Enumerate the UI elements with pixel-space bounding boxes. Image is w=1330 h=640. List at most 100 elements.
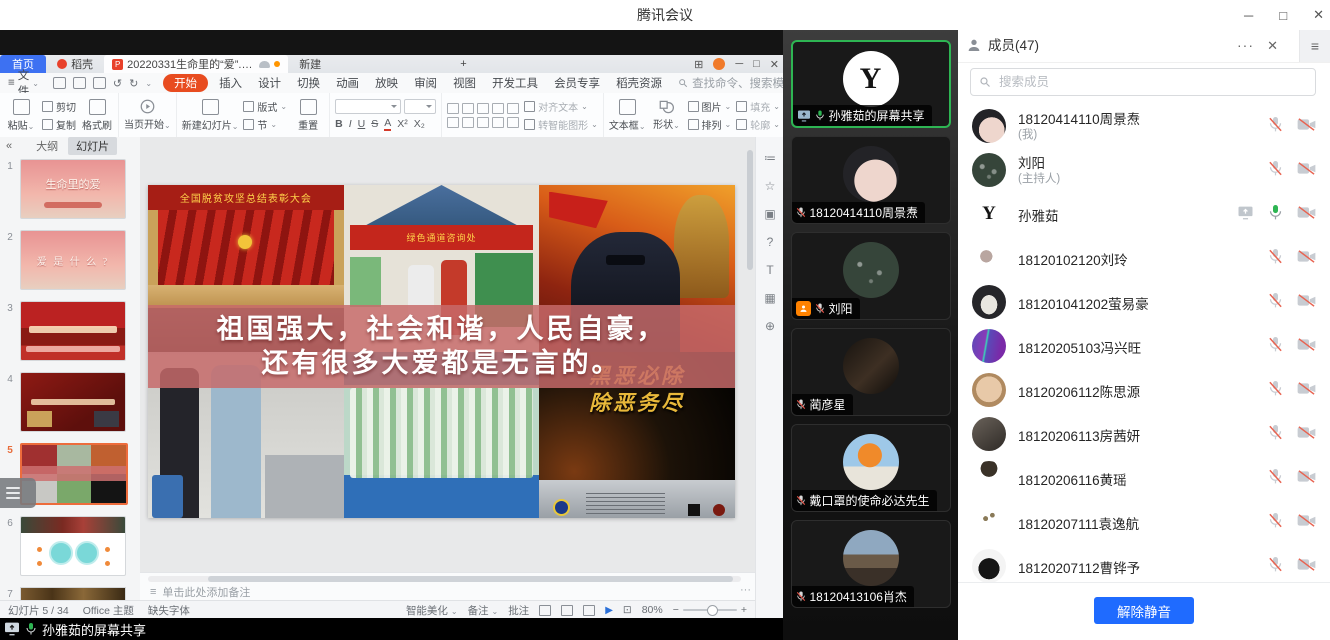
slide-layout-button[interactable]: 版式⌄ bbox=[243, 99, 287, 114]
mic-muted-icon[interactable] bbox=[1268, 424, 1283, 441]
camera-off-icon[interactable] bbox=[1297, 205, 1316, 220]
member-row[interactable]: 18120206116黄瑶 bbox=[958, 456, 1330, 500]
slide-thumbnail-3[interactable]: 3 bbox=[0, 301, 140, 361]
rail-star-icon[interactable]: ☆ bbox=[765, 179, 776, 193]
camera-off-icon[interactable] bbox=[1297, 469, 1316, 484]
beautify-button[interactable]: 智能美化 ⌄ bbox=[406, 603, 458, 618]
print-preview-icon[interactable] bbox=[93, 77, 106, 89]
mic-muted-icon[interactable] bbox=[1268, 556, 1283, 573]
menu-tab-home[interactable]: 开始 bbox=[163, 74, 208, 92]
cut-button[interactable]: 剪切 bbox=[42, 99, 76, 114]
notes-more-icon[interactable]: ··· bbox=[740, 584, 751, 596]
mic-muted-icon[interactable] bbox=[1268, 116, 1283, 133]
wps-document-tab[interactable]: P 20220331生命里的“爱”.pptx bbox=[104, 55, 288, 73]
play-from-current-button[interactable]: 当页开始⌄ bbox=[124, 99, 171, 131]
fill-button[interactable]: 填充⌄ bbox=[736, 99, 780, 114]
missing-font-status[interactable]: 缺失字体 bbox=[148, 603, 190, 618]
wps-docer-tab[interactable]: 稻壳 bbox=[49, 55, 101, 73]
wps-account-avatar[interactable] bbox=[713, 58, 725, 70]
camera-off-icon[interactable] bbox=[1297, 293, 1316, 308]
workspace-layout-icon[interactable]: ⊞ bbox=[694, 58, 703, 71]
panel-menu-icon[interactable]: ≡ bbox=[1299, 30, 1330, 62]
undo-icon[interactable]: ↺ bbox=[113, 77, 122, 90]
redo-icon[interactable]: ↻ bbox=[129, 77, 138, 90]
font-size-select[interactable] bbox=[404, 99, 436, 114]
camera-off-icon[interactable] bbox=[1297, 381, 1316, 396]
menu-tab-design[interactable]: 设计 bbox=[250, 75, 289, 91]
rail-plugin-icon[interactable]: ⊕ bbox=[765, 319, 775, 333]
member-row[interactable]: 18120414110周景焘 (我) bbox=[958, 104, 1330, 148]
canvas-horizontal-scrollbar[interactable] bbox=[148, 576, 741, 582]
menu-tab-insert[interactable]: 插入 bbox=[211, 75, 250, 91]
textbox-button[interactable]: 文本框⌄ bbox=[609, 99, 646, 132]
video-tile-host[interactable]: 刘阳 bbox=[791, 232, 951, 320]
member-row-host[interactable]: 刘阳 (主持人) bbox=[958, 148, 1330, 192]
wps-maximize-icon[interactable]: □ bbox=[753, 58, 760, 70]
slides-tab[interactable]: 幻灯片 bbox=[68, 137, 117, 155]
video-tile[interactable]: 戴口罩的使命必达先生 bbox=[791, 424, 951, 512]
member-row[interactable]: 18120102120刘玲 bbox=[958, 236, 1330, 280]
close-icon[interactable]: ✕ bbox=[1313, 7, 1324, 23]
camera-off-icon[interactable] bbox=[1297, 337, 1316, 352]
camera-off-icon[interactable] bbox=[1297, 161, 1316, 176]
new-slide-button[interactable]: 新建幻灯片⌄ bbox=[182, 99, 239, 132]
panel-collapse-icon[interactable]: « bbox=[6, 140, 12, 152]
print-icon[interactable] bbox=[73, 77, 86, 89]
menu-tab-review[interactable]: 审阅 bbox=[406, 75, 445, 91]
outline-tab[interactable]: 大纲 bbox=[36, 138, 58, 154]
picture-button[interactable]: 图片⌄ bbox=[688, 99, 732, 114]
camera-off-icon[interactable] bbox=[1297, 557, 1316, 572]
slide-thumbnail-4[interactable]: 4 bbox=[0, 372, 140, 432]
member-row[interactable]: 18120207112曹铧予 bbox=[958, 544, 1330, 582]
new-doc-icon[interactable] bbox=[53, 77, 66, 89]
rail-object-icon[interactable]: ▣ bbox=[764, 207, 775, 221]
comments-button[interactable]: 批注 bbox=[508, 603, 529, 618]
rail-help-icon[interactable]: ? bbox=[767, 235, 774, 249]
rail-chart-icon[interactable]: ▦ bbox=[764, 291, 775, 305]
member-row[interactable]: 18120206112陈思源 bbox=[958, 368, 1330, 412]
rail-text-icon[interactable]: T bbox=[766, 263, 773, 277]
slideshow-play-icon[interactable]: ▶ bbox=[605, 605, 613, 616]
bold-button[interactable]: B bbox=[335, 118, 343, 130]
slide-thumbnail-2[interactable]: 2 爱 是 什 么 ? bbox=[0, 230, 140, 290]
menu-tab-slideshow[interactable]: 放映 bbox=[367, 75, 406, 91]
camera-off-icon[interactable] bbox=[1297, 117, 1316, 132]
mic-muted-icon[interactable] bbox=[1268, 160, 1283, 177]
fit-page-icon[interactable]: ⊡ bbox=[623, 604, 632, 616]
smart-graphic-button[interactable]: 转智能图形⌄ bbox=[524, 117, 598, 132]
current-slide[interactable]: 全国脱贫攻坚总结表彰大会 绿色通道咨询处 bbox=[148, 185, 735, 518]
arrange-button[interactable]: 排列⌄ bbox=[688, 117, 732, 132]
member-row[interactable]: 18120207111袁逸航 bbox=[958, 500, 1330, 544]
shape-button[interactable]: 形状⌄ bbox=[651, 100, 683, 131]
member-search-input[interactable] bbox=[997, 74, 1307, 90]
members-close-icon[interactable]: ✕ bbox=[1267, 30, 1278, 62]
mic-muted-icon[interactable] bbox=[1268, 380, 1283, 397]
strikethrough-button[interactable]: S bbox=[371, 118, 378, 130]
annotation-toolbar-handle[interactable] bbox=[0, 478, 36, 508]
subscript-button[interactable]: X₂ bbox=[414, 118, 425, 130]
video-tile[interactable]: 蔺彦星 bbox=[791, 328, 951, 416]
menu-tab-developer[interactable]: 开发工具 bbox=[484, 75, 546, 91]
format-painter-button[interactable]: 格式刷 bbox=[81, 99, 113, 132]
video-tile-sharer[interactable]: Y 孙雅茹的屏幕共享 bbox=[791, 40, 951, 128]
camera-off-icon[interactable] bbox=[1297, 249, 1316, 264]
reading-view-icon[interactable] bbox=[583, 605, 595, 616]
new-tab-plus-button[interactable]: + bbox=[452, 55, 474, 73]
member-row[interactable]: 18120205103冯兴旺 bbox=[958, 324, 1330, 368]
mic-muted-icon[interactable] bbox=[1268, 292, 1283, 309]
outline-button[interactable]: 轮廓⌄ bbox=[736, 117, 780, 132]
member-row[interactable]: 181201041202萤易豪 bbox=[958, 280, 1330, 324]
underline-button[interactable]: U bbox=[358, 118, 366, 130]
zoom-level[interactable]: 80% bbox=[642, 604, 663, 616]
quickbar-more-icon[interactable]: ⌄ bbox=[145, 79, 152, 88]
wps-close-icon[interactable]: ✕ bbox=[770, 58, 779, 71]
member-row-sharer[interactable]: Y 孙雅茹 bbox=[958, 192, 1330, 236]
italic-button[interactable]: I bbox=[349, 118, 352, 130]
wps-new-tab[interactable]: 新建 bbox=[291, 55, 329, 73]
member-row[interactable]: 18120206113房茜妍 bbox=[958, 412, 1330, 456]
align-text-button[interactable]: 对齐文本⌄ bbox=[524, 99, 598, 114]
minimize-icon[interactable]: ─ bbox=[1244, 8, 1253, 23]
member-search-box[interactable] bbox=[970, 68, 1316, 96]
mic-muted-icon[interactable] bbox=[1268, 336, 1283, 353]
zoom-slider[interactable]: −+ bbox=[673, 604, 747, 616]
